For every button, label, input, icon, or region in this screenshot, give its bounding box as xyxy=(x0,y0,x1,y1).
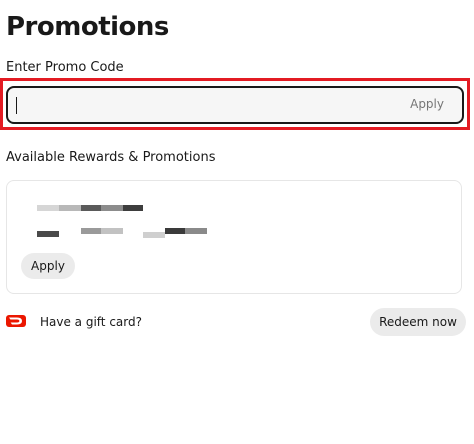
promo-code-label: Enter Promo Code xyxy=(6,60,124,75)
promo-code-input[interactable] xyxy=(16,93,380,119)
redacted-text xyxy=(81,205,101,211)
redacted-text xyxy=(123,205,143,211)
redacted-text xyxy=(37,231,59,237)
redeem-now-button[interactable]: Redeem now xyxy=(370,308,466,336)
rewards-section-title: Available Rewards & Promotions xyxy=(6,150,216,165)
redacted-text xyxy=(101,205,123,211)
gift-card-text: Have a gift card? xyxy=(40,315,142,329)
promo-code-field[interactable]: Apply xyxy=(6,86,464,124)
redacted-text xyxy=(101,228,123,234)
redacted-text xyxy=(59,205,81,211)
page-title: Promotions xyxy=(6,12,169,42)
redacted-text xyxy=(165,228,185,234)
redacted-text xyxy=(185,228,207,234)
redacted-text xyxy=(81,228,101,234)
reward-apply-button[interactable]: Apply xyxy=(21,253,75,279)
doordash-logo-icon xyxy=(6,315,26,327)
text-caret xyxy=(16,97,17,114)
reward-card: Apply xyxy=(6,180,462,294)
redacted-text xyxy=(37,205,59,211)
gift-card-row: Have a gift card? Redeem now xyxy=(6,308,466,336)
redacted-text xyxy=(143,232,165,238)
promo-apply-button[interactable]: Apply xyxy=(410,97,444,111)
